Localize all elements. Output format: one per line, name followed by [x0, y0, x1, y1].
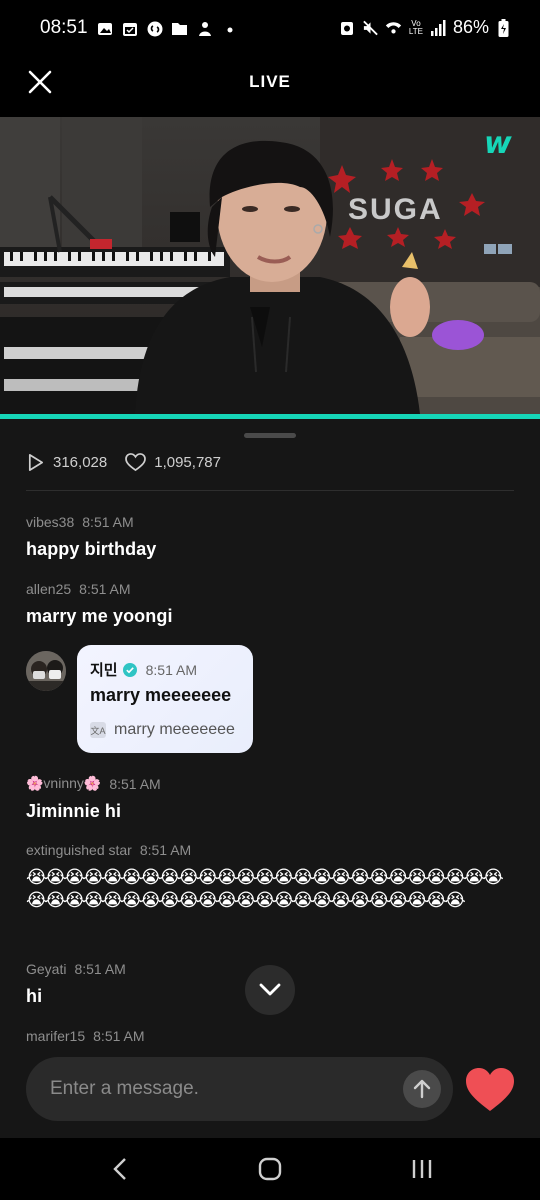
- chat-message: 🌸vninny🌸 8:51 AM Jiminnie hi: [26, 775, 516, 822]
- system-nav-bar: [0, 1138, 540, 1200]
- chat-time: 8:51 AM: [79, 581, 131, 597]
- artist-message-time: 8:51 AM: [145, 661, 197, 678]
- back-button[interactable]: [100, 1152, 140, 1186]
- message-input[interactable]: [50, 1057, 390, 1121]
- calendar-icon: [121, 20, 138, 37]
- artist-message-text: marry meeeeeee: [90, 685, 232, 705]
- translate-icon: 文A: [90, 722, 106, 738]
- balloon-text: SUGA: [348, 193, 443, 226]
- recents-button[interactable]: [402, 1152, 442, 1186]
- drag-handle[interactable]: [244, 433, 296, 438]
- chat-time: 8:51 AM: [109, 775, 161, 792]
- recents-icon: [412, 1160, 432, 1178]
- dot-icon: [221, 20, 238, 37]
- chat-time: 8:51 AM: [139, 842, 192, 858]
- artist-avatar[interactable]: [26, 651, 66, 691]
- shazam-icon: [146, 20, 163, 37]
- status-bar: 08:51 Vo LTE 86%: [0, 0, 540, 60]
- page-title: LIVE: [249, 72, 291, 91]
- chat-time: 8:51 AM: [93, 1028, 145, 1044]
- folder-icon: [171, 20, 188, 37]
- home-icon: [258, 1157, 282, 1181]
- video-frame: SUGA w: [0, 117, 540, 414]
- heart-icon: [466, 1068, 514, 1111]
- like-count: 1,095,787: [125, 453, 221, 472]
- translation-row[interactable]: 文A marry meeeeeee: [90, 721, 235, 739]
- home-button[interactable]: [250, 1152, 290, 1186]
- network-label: Vo LTE: [408, 18, 423, 36]
- play-count: 316,028: [26, 453, 107, 472]
- arrow-up-icon: [413, 1079, 431, 1099]
- play-count-value: 316,028: [53, 454, 108, 471]
- translation-text: marry meeeeeee: [114, 721, 235, 738]
- like-count-value: 1,095,787: [154, 454, 221, 471]
- chevron-down-icon: [259, 983, 281, 996]
- chat-username[interactable]: 🌸vninny🌸: [26, 775, 101, 792]
- chat-sheet: 316,028 1,095,787 vibes38 8:51 AM happy b…: [0, 419, 540, 1138]
- chat-text: 😭😭😭😭😭😭😭😭😭😭😭😭😭😭😭😭😭😭😭😭😭😭😭😭😭😭😭😭😭😭😭😭😭😭😭😭😭😭😭😭…: [26, 867, 504, 910]
- gallery-icon: [96, 20, 113, 37]
- wifi-icon: [385, 19, 402, 36]
- battery-percent: 86%: [452, 17, 489, 37]
- chat-username[interactable]: allen25: [26, 581, 71, 597]
- chat-time: 8:51 AM: [82, 514, 134, 530]
- app-header: LIVE: [0, 60, 540, 117]
- message-composer: [26, 1057, 453, 1121]
- chat-time: 8:51 AM: [74, 961, 126, 977]
- chat-username[interactable]: marifer15: [26, 1028, 85, 1044]
- artist-message-bubble[interactable]: 지민 8:51 AM marry meeeeeee 文A marry meeee…: [77, 645, 253, 753]
- status-time: 08:51: [40, 17, 88, 38]
- chat-username[interactable]: vibes38: [26, 514, 74, 530]
- mute-icon: [362, 19, 379, 36]
- chat-message: extinguished star 8:51 AM 😭😭😭😭😭😭😭😭😭😭😭😭😭😭😭…: [26, 842, 516, 912]
- like-button[interactable]: [464, 1067, 516, 1113]
- back-icon: [113, 1158, 126, 1180]
- live-stats: 316,028 1,095,787: [26, 453, 239, 472]
- play-icon: [28, 454, 44, 471]
- send-button[interactable]: [403, 1070, 441, 1108]
- live-video[interactable]: SUGA w: [0, 117, 540, 414]
- verified-badge-icon: [122, 662, 137, 677]
- alarm-icon: [339, 19, 356, 36]
- battery-icon: [495, 18, 512, 37]
- chat-username[interactable]: extinguished star: [26, 842, 132, 858]
- chat-message: allen25 8:51 AM marry me yoongi: [26, 581, 516, 627]
- heart-outline-icon: [125, 453, 147, 472]
- chat-message: vibes38 8:51 AM happy birthday: [26, 514, 516, 560]
- weverse-logo: w: [484, 126, 512, 161]
- chat-username[interactable]: Geyati: [26, 961, 66, 977]
- notification-icons: [96, 20, 238, 37]
- system-status: Vo LTE 86%: [339, 17, 512, 38]
- chat-message: marifer15 8:51 AM: [26, 1028, 516, 1044]
- signal-icon: [430, 19, 447, 36]
- chat-text: Jiminnie hi: [26, 801, 122, 821]
- scroll-to-bottom-button[interactable]: [245, 965, 295, 1015]
- artist-name-row: 지민 8:51 AM: [90, 659, 197, 680]
- chat-text: marry me yoongi: [26, 606, 173, 626]
- artist-name: 지민: [90, 662, 118, 679]
- chat-text: happy birthday: [26, 539, 157, 559]
- app-icon: [196, 20, 213, 37]
